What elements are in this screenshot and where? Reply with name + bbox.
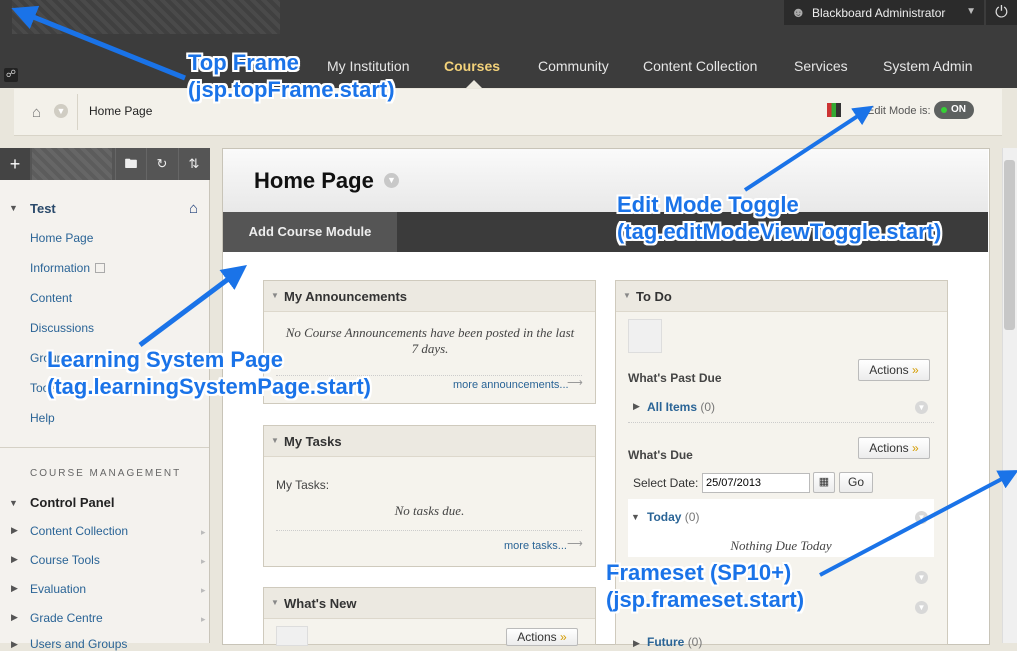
arrow-learning-system-page	[138, 265, 248, 348]
annotation-subtitle: (jsp.frameset.start)	[606, 587, 805, 612]
annotation-edit-toggle: Edit Mode Toggle (tag.editModeViewToggle…	[617, 191, 941, 245]
annotation-title: Edit Mode Toggle	[617, 192, 799, 217]
annotation-title: Learning System Page	[47, 347, 283, 372]
arrow-top-frame	[11, 5, 186, 81]
annotation-top-frame: Top Frame (jsp.topFrame.start)	[188, 49, 395, 103]
annotation-subtitle: (jsp.topFrame.start)	[188, 77, 395, 102]
annotation-learning-system-page: Learning System Page (tag.learningSystem…	[47, 346, 371, 400]
arrow-edit-toggle	[743, 105, 874, 192]
annotation-arrows	[11, 5, 1017, 577]
annotation-frameset: Frameset (SP10+) (jsp.frameset.start)	[606, 559, 804, 613]
annotation-subtitle: (tag.learningSystemPage.start)	[47, 374, 371, 399]
annotation-title: Frameset (SP10+)	[606, 560, 792, 585]
annotation-subtitle: (tag.editModeViewToggle.start)	[617, 219, 942, 244]
annotation-title: Top Frame	[188, 50, 299, 75]
arrow-frameset	[819, 470, 1017, 577]
